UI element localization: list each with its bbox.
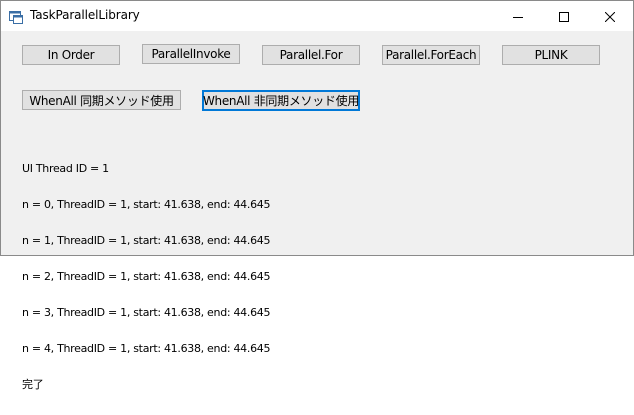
output-line: n = 1, ThreadID = 1, start: 41.638, end:…	[22, 234, 271, 247]
close-icon	[604, 7, 616, 26]
in-order-button[interactable]: In Order	[22, 45, 120, 65]
whenall-sync-button[interactable]: WhenAll 同期メソッド使用	[22, 90, 181, 110]
output-line: n = 3, ThreadID = 1, start: 41.638, end:…	[22, 306, 271, 319]
app-window: TaskParallelLibrary In Order ParallelInv…	[0, 0, 634, 391]
maximize-button[interactable]	[541, 1, 587, 31]
app-window-icon	[9, 9, 23, 24]
output-line: UI Thread ID = 1	[22, 162, 109, 175]
parallel-foreach-button[interactable]: Parallel.ForEach	[382, 45, 480, 65]
whenall-async-button[interactable]: WhenAll 非同期メソッド使用	[202, 90, 360, 111]
output-line: n = 0, ThreadID = 1, start: 41.638, end:…	[22, 198, 271, 211]
close-button[interactable]	[587, 1, 633, 31]
output-label: UI Thread ID = 1 n = 0, ThreadID = 1, st…	[22, 139, 270, 415]
output-line: 完了	[22, 378, 44, 391]
output-line: n = 2, ThreadID = 1, start: 41.638, end:…	[22, 270, 271, 283]
minimize-icon	[513, 7, 523, 26]
parallel-invoke-button[interactable]: ParallelInvoke	[142, 44, 240, 64]
title-bar[interactable]: TaskParallelLibrary	[1, 1, 633, 31]
window-title: TaskParallelLibrary	[30, 8, 140, 22]
maximize-icon	[559, 7, 569, 26]
minimize-button[interactable]	[495, 1, 541, 31]
parallel-for-button[interactable]: Parallel.For	[262, 45, 360, 65]
plink-button[interactable]: PLINK	[502, 45, 600, 65]
output-line: n = 4, ThreadID = 1, start: 41.638, end:…	[22, 342, 271, 355]
